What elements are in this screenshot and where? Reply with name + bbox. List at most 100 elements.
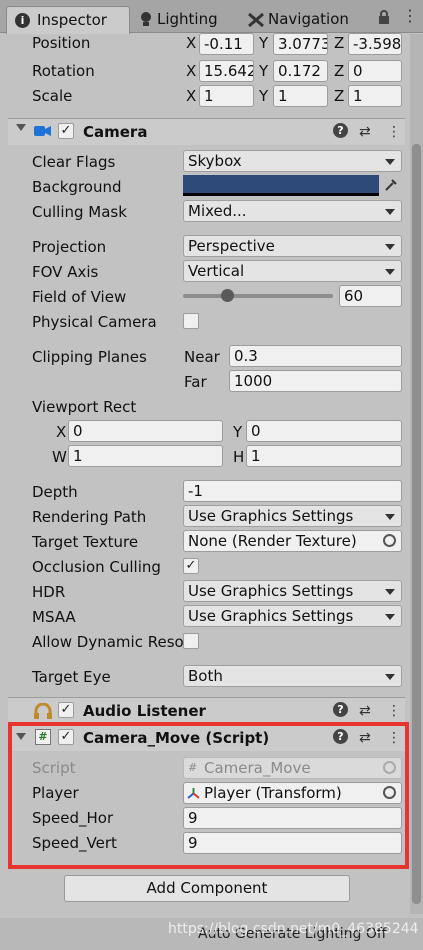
dropdown-value: Perspective: [188, 237, 275, 255]
viewport-x-field[interactable]: 0: [68, 420, 223, 442]
tab-bar: i Inspector Lighting Navigation ⋮: [0, 0, 423, 34]
preset-icon[interactable]: ⇄: [359, 701, 371, 721]
rotation-label: Rotation: [32, 62, 95, 80]
far-field[interactable]: 1000: [229, 370, 402, 392]
clear-flags-dropdown[interactable]: Skybox: [183, 150, 402, 172]
viewport-w-field[interactable]: 1: [68, 445, 223, 467]
camera-icon: [34, 126, 51, 136]
bulb-icon: [141, 12, 151, 26]
depth-label: Depth: [32, 483, 78, 501]
clipping-planes-label: Clipping Planes: [32, 348, 147, 366]
axis-z-label: Z: [334, 87, 345, 105]
scale-z-field[interactable]: 1: [348, 85, 402, 107]
hdr-label: HDR: [32, 583, 66, 601]
lock-icon[interactable]: [378, 10, 390, 24]
axis-y-label: Y: [259, 87, 269, 105]
culling-mask-dropdown[interactable]: Mixed...: [183, 200, 402, 222]
help-icon[interactable]: ?: [333, 702, 348, 717]
scale-y-field[interactable]: 1: [273, 85, 328, 107]
viewport-h-field[interactable]: 1: [246, 445, 402, 467]
status-bar: Auto Generate Lighting Off https://blog.…: [0, 918, 423, 950]
scale-x-field[interactable]: 1: [199, 85, 254, 107]
rotation-x-field[interactable]: 15.642: [199, 60, 254, 82]
axis-y-label: Y: [259, 34, 269, 52]
dropdown-value: Vertical: [188, 262, 245, 280]
fov-slider-track[interactable]: [183, 294, 333, 298]
axis-x-label: X: [186, 34, 197, 52]
axis-z-label: Z: [334, 34, 345, 52]
scrollbar[interactable]: [410, 34, 423, 914]
rotation-z-field[interactable]: 0: [348, 60, 402, 82]
target-texture-field[interactable]: None (Render Texture): [183, 530, 402, 552]
tab-label: Navigation: [268, 10, 349, 28]
preset-icon[interactable]: ⇄: [359, 122, 371, 142]
target-eye-dropdown[interactable]: Both: [183, 665, 402, 687]
msaa-label: MSAA: [32, 608, 76, 626]
object-picker-icon[interactable]: [383, 534, 396, 547]
watermark-text: https://blog.csdn.net/m0_46385244: [168, 921, 419, 937]
field-of-view-field[interactable]: 60: [339, 285, 402, 307]
target-eye-label: Target Eye: [32, 668, 111, 686]
context-menu-icon[interactable]: ⋮: [387, 701, 401, 721]
position-label: Position: [32, 34, 91, 52]
context-menu-icon[interactable]: ⋮: [387, 122, 401, 142]
dropdown-value: Mixed...: [188, 202, 247, 220]
background-label: Background: [32, 178, 122, 196]
scrollbar-thumb[interactable]: [412, 144, 421, 904]
eyedropper-icon[interactable]: [384, 178, 398, 192]
viewport-y-label: Y: [233, 423, 243, 441]
depth-field[interactable]: -1: [183, 480, 402, 502]
position-z-field[interactable]: -3.598: [348, 33, 402, 55]
fov-axis-dropdown[interactable]: Vertical: [183, 260, 402, 282]
foldout-arrow-icon[interactable]: [16, 124, 26, 131]
target-texture-label: Target Texture: [32, 533, 139, 551]
camera-header[interactable]: ✓ Camera ? ⇄ ⋮: [8, 118, 405, 145]
axis-x-label: X: [186, 62, 197, 80]
occlusion-culling-checkbox[interactable]: ✓: [183, 558, 199, 574]
rendering-path-dropdown[interactable]: Use Graphics Settings: [183, 505, 402, 527]
navigation-icon: [248, 13, 264, 27]
add-component-label: Add Component: [146, 879, 268, 897]
allow-dynamic-checkbox[interactable]: [183, 633, 199, 649]
axis-x-label: X: [186, 87, 197, 105]
tab-label: Inspector: [37, 11, 107, 29]
tab-lighting[interactable]: Lighting: [136, 6, 236, 32]
hdr-dropdown[interactable]: Use Graphics Settings: [183, 580, 402, 602]
fov-axis-label: FOV Axis: [32, 263, 99, 281]
dropdown-value: Use Graphics Settings: [188, 607, 354, 625]
chevron-down-icon: [385, 269, 395, 275]
projection-dropdown[interactable]: Perspective: [183, 235, 402, 257]
chevron-down-icon: [385, 159, 395, 165]
viewport-y-field[interactable]: 0: [246, 420, 402, 442]
help-icon[interactable]: ?: [333, 123, 348, 138]
add-component-button[interactable]: Add Component: [64, 875, 350, 902]
physical-camera-label: Physical Camera: [32, 313, 157, 331]
audio-listener-header[interactable]: ✓ Audio Listener ? ⇄ ⋮: [8, 697, 405, 724]
dropdown-value: Both: [188, 667, 223, 685]
tab-navigation[interactable]: Navigation: [246, 6, 356, 32]
rotation-y-field[interactable]: 0.172: [273, 60, 328, 82]
fov-slider-thumb[interactable]: [220, 289, 234, 302]
near-field[interactable]: 0.3: [229, 345, 402, 367]
chevron-down-icon: [385, 589, 395, 595]
position-x-field[interactable]: -0.11: [199, 33, 254, 55]
position-y-field[interactable]: 3.0773: [273, 33, 328, 55]
chevron-down-icon: [385, 209, 395, 215]
camera-enabled-checkbox[interactable]: ✓: [58, 123, 74, 139]
physical-camera-checkbox[interactable]: [183, 313, 199, 329]
occlusion-culling-label: Occlusion Culling: [32, 558, 161, 576]
audio-listener-title: Audio Listener: [83, 702, 206, 720]
allow-dynamic-label: Allow Dynamic Reso: [32, 633, 184, 651]
near-label: Near: [184, 348, 220, 366]
clear-flags-label: Clear Flags: [32, 153, 116, 171]
chevron-down-icon: [385, 514, 395, 520]
msaa-dropdown[interactable]: Use Graphics Settings: [183, 605, 402, 627]
tab-inspector[interactable]: i Inspector: [6, 6, 130, 34]
field-value: None (Render Texture): [188, 532, 357, 550]
background-color-swatch[interactable]: [183, 175, 379, 196]
viewport-h-label: H: [233, 448, 245, 466]
audio-listener-enabled-checkbox[interactable]: ✓: [58, 702, 74, 718]
kebab-menu-icon[interactable]: ⋮: [402, 6, 418, 26]
highlight-box: [8, 722, 409, 869]
scale-label: Scale: [32, 87, 73, 105]
